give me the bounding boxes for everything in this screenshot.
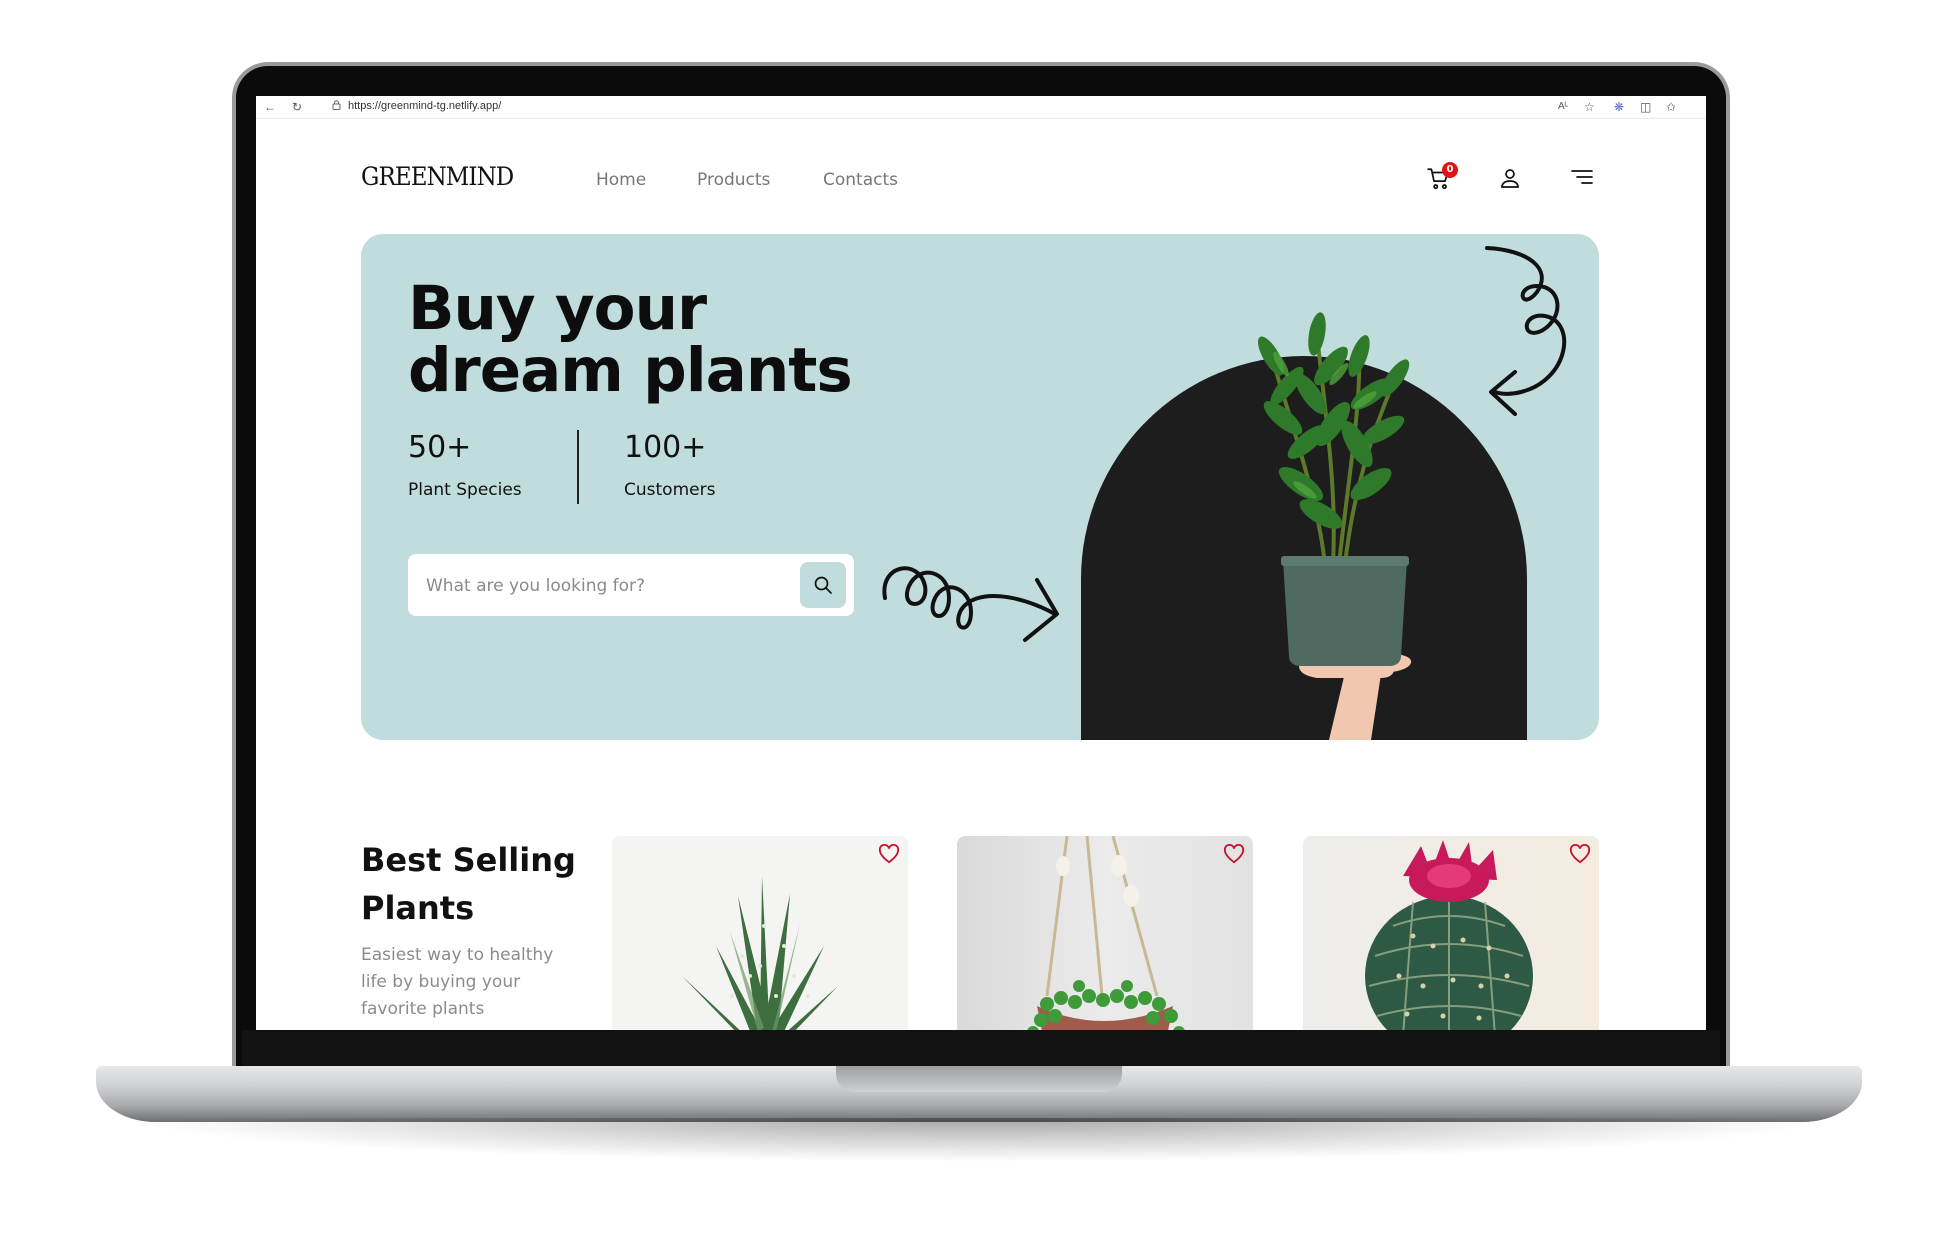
- nav-products-link[interactable]: Products: [697, 170, 770, 190]
- read-aloud-icon[interactable]: Aᴸ: [1558, 99, 1568, 115]
- search-icon: [814, 576, 832, 594]
- laptop-screen: ← ↻ https://greenmind-tg.netlify.app/ Aᴸ…: [256, 96, 1706, 1030]
- site-logo[interactable]: GREENMIND: [361, 162, 514, 191]
- lock-icon: [332, 100, 341, 113]
- stat-plant-species-label: Plant Species: [408, 480, 522, 500]
- user-icon[interactable]: [1498, 166, 1522, 194]
- hero-title-line-2: dream plants: [408, 335, 853, 406]
- refresh-icon[interactable]: ↻: [292, 99, 302, 115]
- laptop-bezel: [242, 1030, 1720, 1068]
- curly-arrow-right-icon: [882, 566, 1059, 642]
- search-input[interactable]: [424, 570, 788, 602]
- favorite-heart-icon[interactable]: [878, 843, 900, 868]
- hero-banner: Buy your dream plants 50+ Plant Species …: [361, 234, 1599, 740]
- nav-contacts-link[interactable]: Contacts: [823, 170, 898, 190]
- stat-customers-value: 100+: [624, 430, 707, 465]
- hero-title-line-1: Buy your: [408, 273, 707, 344]
- laptop-notch: [836, 1066, 1122, 1092]
- flowering-cactus-image: [1365, 840, 1533, 1030]
- laptop-shadow: [120, 1118, 1840, 1162]
- split-screen-icon[interactable]: ◫: [1640, 99, 1651, 115]
- product-card[interactable]: [1303, 836, 1599, 1030]
- best-selling-title: Best Selling Plants: [361, 836, 576, 932]
- stat-divider: [577, 430, 579, 504]
- search-button[interactable]: [800, 562, 846, 608]
- favorite-heart-icon[interactable]: [1223, 843, 1245, 868]
- address-bar[interactable]: https://greenmind-tg.netlify.app/: [348, 100, 501, 112]
- best-selling-subtitle: Easiest way to healthy life by buying yo…: [361, 945, 554, 1019]
- nav-home-link[interactable]: Home: [596, 170, 646, 190]
- potted-plant-image: [1258, 312, 1412, 740]
- search-box: [408, 554, 854, 616]
- favorites-icon[interactable]: ✩: [1666, 99, 1676, 115]
- squiggle-arrow-icon: [1485, 246, 1567, 416]
- hanging-plant-image: [1027, 836, 1185, 1030]
- favorite-star-icon[interactable]: ☆: [1584, 99, 1595, 115]
- stat-customers-label: Customers: [624, 480, 716, 500]
- cart-count-badge: 0: [1442, 162, 1458, 178]
- stat-plant-species-value: 50+: [408, 430, 472, 465]
- product-card[interactable]: [957, 836, 1253, 1030]
- product-card[interactable]: [612, 836, 908, 1030]
- favorite-heart-icon[interactable]: [1569, 843, 1591, 868]
- aloe-plant-image: [682, 876, 838, 1030]
- hero-title: Buy your dream plants: [408, 273, 853, 406]
- back-icon[interactable]: ←: [264, 99, 276, 115]
- extension-icon[interactable]: ❋: [1614, 99, 1624, 115]
- best-selling-title-line-2: Plants: [361, 889, 475, 927]
- browser-toolbar: ← ↻ https://greenmind-tg.netlify.app/ Aᴸ…: [256, 96, 1706, 119]
- menu-icon[interactable]: [1570, 168, 1594, 190]
- best-selling-title-line-1: Best Selling: [361, 841, 576, 879]
